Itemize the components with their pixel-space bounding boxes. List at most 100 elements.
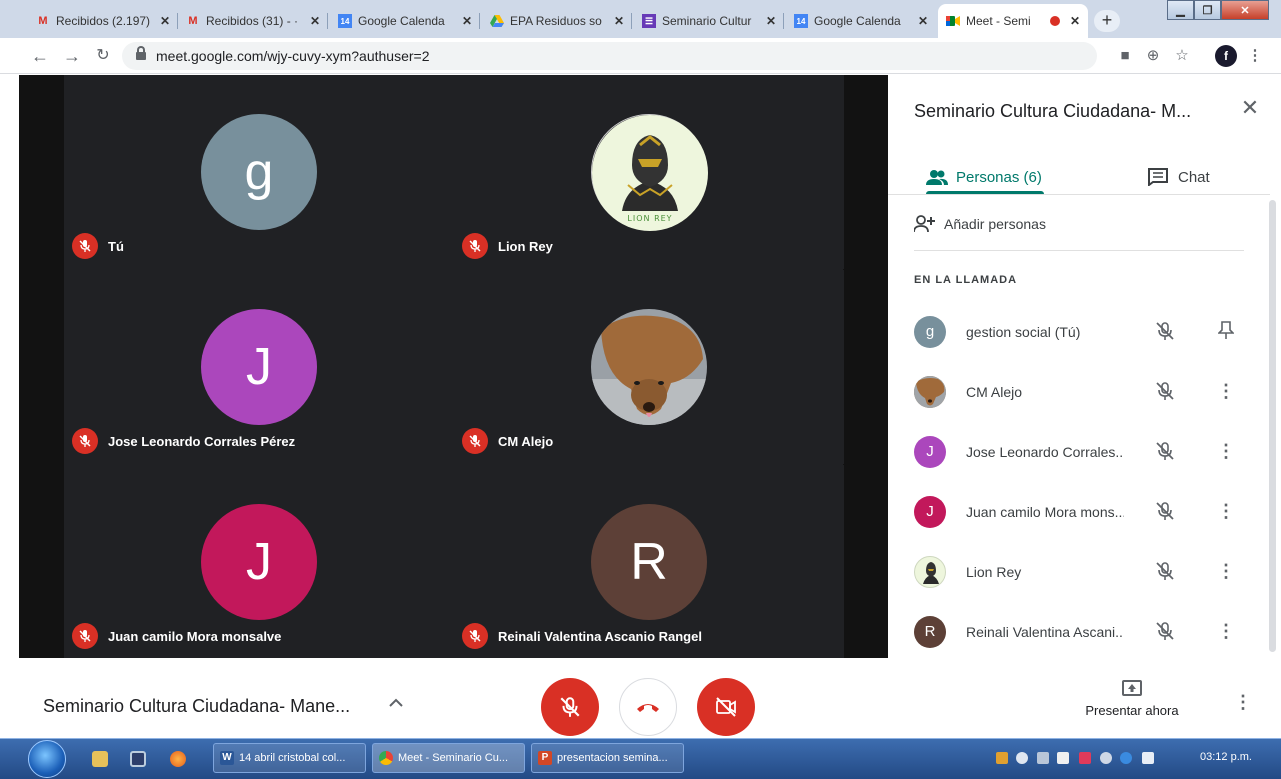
restore-icon[interactable]: ❐ (1194, 0, 1221, 20)
leave-call-button[interactable] (619, 678, 677, 736)
media-player-icon[interactable] (130, 751, 146, 767)
mic-off-icon (1154, 620, 1176, 647)
close-tab-icon[interactable]: ✕ (310, 14, 320, 28)
minimize-icon[interactable]: ▁ (1167, 0, 1194, 20)
url-text: meet.google.com/wjy-cuvy-xym?authuser=2 (156, 48, 430, 64)
participant-avatar: g (201, 114, 317, 230)
taskbar-task-label: Meet - Seminario Cu... (398, 752, 509, 764)
participant-row[interactable]: J Juan camilo Mora mons... ⋮ (914, 492, 1254, 532)
lion-rey-logo-icon: LION REY (592, 115, 708, 231)
tray-app-icon[interactable] (1120, 752, 1132, 764)
window-close-icon[interactable]: ✕ (1221, 0, 1269, 20)
dog-photo-icon (591, 309, 707, 425)
recording-dot-icon (1049, 16, 1060, 26)
close-tab-icon[interactable]: ✕ (160, 14, 170, 28)
tab-people[interactable]: Personas (6) (926, 159, 1042, 195)
forward-icon[interactable]: → (62, 46, 82, 66)
reload-icon[interactable]: ↻ (93, 46, 113, 66)
browser-tab[interactable]: M Recibidos (31) - · ✕ (178, 6, 328, 36)
present-now-button[interactable]: Presentar ahora (1078, 680, 1186, 718)
file-explorer-icon[interactable] (92, 751, 108, 767)
more-options-icon[interactable]: ⋮ (1214, 620, 1238, 642)
browser-tab-title: EPA Residuos so (510, 14, 602, 28)
participant-name: Juan camilo Mora monsalve (108, 628, 282, 644)
tray-app-icon[interactable] (1057, 752, 1069, 764)
browser-tab-strip: M Recibidos (2.197) ✕ M Recibidos (31) -… (0, 0, 1281, 38)
participant-row[interactable]: g gestion social (Tú) (914, 312, 1254, 352)
browser-tab[interactable]: 14 Google Calenda ✕ (330, 6, 480, 36)
browser-menu-icon[interactable]: ⋮ (1245, 46, 1265, 66)
participant-tile[interactable]: g Tú (64, 75, 454, 269)
toggle-mic-button[interactable] (541, 678, 599, 736)
zoom-icon[interactable]: ⊕ (1143, 46, 1163, 66)
chevron-up-icon[interactable] (388, 694, 404, 712)
calendar-icon: 14 (338, 14, 352, 28)
meeting-details-title[interactable]: Seminario Cultura Ciudadana- Mane... (43, 696, 350, 717)
bookmark-star-icon[interactable]: ☆ (1172, 46, 1192, 66)
taskbar-task[interactable]: W 14 abril cristobal col... (213, 743, 366, 773)
participant-row[interactable]: CM Alejo ⋮ (914, 372, 1254, 412)
browser-tab[interactable]: EPA Residuos so ✕ (482, 6, 632, 36)
close-tab-icon[interactable]: ✕ (614, 14, 624, 28)
camera-icon[interactable]: ■ (1115, 46, 1135, 66)
add-people-label: Añadir personas (944, 216, 1046, 232)
close-tab-icon[interactable]: ✕ (766, 14, 776, 28)
participant-tile[interactable]: LION REY Lion Rey (454, 75, 844, 269)
pin-icon[interactable] (1214, 320, 1238, 345)
participant-tile[interactable]: J Juan camilo Mora monsalve (64, 465, 454, 659)
taskbar-task[interactable]: P presentacion semina... (531, 743, 684, 773)
url-field[interactable]: meet.google.com/wjy-cuvy-xym?authuser=2 (122, 42, 1097, 70)
more-options-icon[interactable]: ⋮ (1234, 692, 1252, 713)
panel-title: Seminario Cultura Ciudadana- M... (914, 101, 1192, 121)
start-menu-icon[interactable] (28, 740, 66, 778)
close-tab-icon[interactable]: ✕ (1070, 14, 1080, 28)
tab-chat[interactable]: Chat (1148, 159, 1210, 195)
network-icon[interactable] (1037, 752, 1049, 764)
browser-tab[interactable]: 14 Google Calenda ✕ (786, 6, 936, 36)
more-options-icon[interactable]: ⋮ (1214, 440, 1238, 462)
avatar-initial: g (244, 143, 274, 201)
mic-off-icon (462, 233, 488, 259)
more-options-icon[interactable]: ⋮ (1214, 380, 1238, 402)
participant-row[interactable]: Lion Rey ⋮ (914, 552, 1254, 592)
present-now-label: Presentar ahora (1085, 703, 1179, 718)
more-options-icon[interactable]: ⋮ (1214, 560, 1238, 582)
mic-off-icon (1154, 440, 1176, 467)
participant-name: Tú (108, 238, 124, 254)
participant-avatar: R (914, 616, 946, 648)
participant-name: Jose Leonardo Corrales... (966, 444, 1124, 460)
participant-tile[interactable]: R Reinali Valentina Ascanio Rangel (454, 465, 844, 659)
participant-tile[interactable]: J Jose Leonardo Corrales Pérez (64, 270, 454, 464)
more-options-icon[interactable]: ⋮ (1214, 500, 1238, 522)
toggle-camera-button[interactable] (697, 678, 755, 736)
tray-app-icon[interactable] (1079, 752, 1091, 764)
firefox-icon[interactable] (170, 751, 186, 767)
taskbar-task-active[interactable]: Meet - Seminario Cu... (372, 743, 525, 773)
chat-icon (1148, 168, 1168, 186)
avatar-initial: g (925, 323, 935, 340)
browser-tab-active[interactable]: Meet - Semi ✕ (938, 4, 1088, 38)
new-tab-button[interactable]: + (1094, 10, 1120, 32)
browser-tab[interactable]: ☰ Seminario Cultur ✕ (634, 6, 784, 36)
action-center-flag-icon[interactable] (1142, 752, 1154, 764)
participant-name-label: Juan camilo Mora monsalve (72, 623, 281, 649)
participant-name: gestion social (Tú) (966, 324, 1081, 340)
participant-avatar (914, 376, 946, 408)
browser-tab[interactable]: M Recibidos (2.197) ✕ (28, 6, 178, 36)
tray-app-icon[interactable] (996, 752, 1008, 764)
close-tab-icon[interactable]: ✕ (918, 14, 928, 28)
taskbar-clock[interactable]: 03:12 p.m. (1200, 751, 1252, 763)
participant-row[interactable]: J Jose Leonardo Corrales... ⋮ (914, 432, 1254, 472)
volume-icon[interactable] (1016, 752, 1028, 764)
tray-app-icon[interactable] (1100, 752, 1112, 764)
add-people-button[interactable]: Añadir personas (914, 215, 1046, 233)
participant-row[interactable]: R Reinali Valentina Ascani... ⋮ (914, 612, 1254, 652)
close-panel-icon[interactable]: ✕ (1238, 95, 1262, 121)
mic-off-icon (72, 428, 98, 454)
participant-tile[interactable]: CM Alejo (454, 270, 844, 464)
close-tab-icon[interactable]: ✕ (462, 14, 472, 28)
back-icon[interactable]: ← (30, 46, 50, 66)
profile-avatar[interactable]: f (1215, 45, 1237, 67)
panel-scrollbar[interactable] (1269, 200, 1276, 652)
participant-avatar: J (914, 436, 946, 468)
